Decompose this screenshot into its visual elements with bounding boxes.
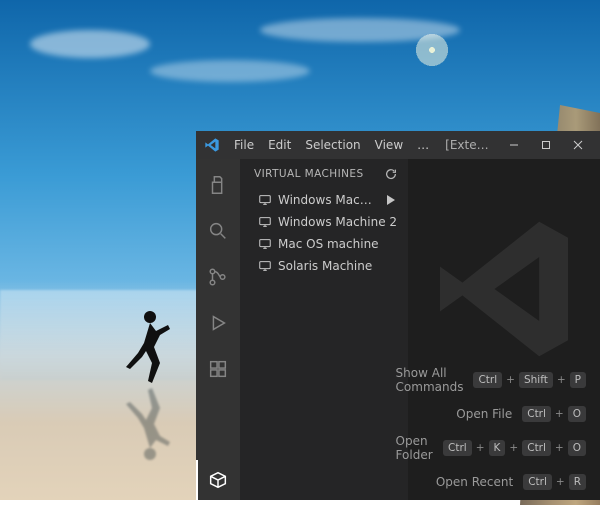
welcome-tip: Open FolderCtrl+K+Ctrl+O <box>396 434 586 462</box>
titlebar[interactable]: File Edit Selection View … [Extension De… <box>196 131 600 159</box>
welcome-tip: Show All Commands Ctrl + Shift + P <box>396 366 586 394</box>
activity-source-control[interactable] <box>196 257 240 297</box>
runner-silhouette <box>120 307 172 385</box>
kbd-key: Ctrl <box>522 406 551 422</box>
kbd-key: P <box>570 372 586 388</box>
panel-header: VIRTUAL MACHINES <box>240 159 408 187</box>
vscode-watermark-icon <box>424 209 584 369</box>
kbd-key: R <box>569 474 586 490</box>
welcome-tips: Show All Commands Ctrl + Shift + P Open File Ct… <box>396 366 586 490</box>
vm-label: Mac OS machine <box>278 235 398 253</box>
welcome-tip: Open Recent Ctrl + R <box>436 474 586 490</box>
runner-reflection <box>120 386 172 464</box>
activity-explorer[interactable] <box>196 165 240 205</box>
vm-icon <box>258 215 272 229</box>
vscode-window: File Edit Selection View … [Extension De… <box>196 131 600 500</box>
vm-label: Windows Machine 2 <box>278 213 398 231</box>
vm-tree: Windows Machine (1) Windows Machine 2 Mac … <box>240 187 408 279</box>
activity-bar <box>196 159 240 500</box>
vm-label: Windows Machine (1) <box>278 191 376 209</box>
menu-overflow[interactable]: … <box>411 131 435 159</box>
plus-separator: + <box>555 442 564 454</box>
window-maximize-button[interactable] <box>530 131 562 159</box>
kbd-key: Ctrl <box>473 372 502 388</box>
tip-shortcut: Ctrl+K+Ctrl+O <box>443 440 586 456</box>
vscode-logo-icon <box>204 137 220 153</box>
vm-tree-item[interactable]: Windows Machine 2 <box>248 211 404 233</box>
sidebar: VIRTUAL MACHINES Windows Machine (1)Wind… <box>240 159 408 500</box>
vm-icon <box>258 237 272 251</box>
cloud <box>150 60 310 82</box>
tip-label: Open File <box>456 407 512 421</box>
tip-label: Open Folder <box>396 434 433 462</box>
welcome-tip: Open File Ctrl + O <box>456 406 586 422</box>
activity-virtual-machines[interactable] <box>196 460 240 500</box>
vm-label: Solaris Machine <box>278 257 398 275</box>
tip-label: Show All Commands <box>396 366 464 394</box>
kbd-key: Ctrl <box>523 474 552 490</box>
window-title: [Extension Development H… <box>437 138 496 152</box>
plus-separator: + <box>557 374 566 386</box>
menu-selection[interactable]: Selection <box>299 131 366 159</box>
menu-view[interactable]: View <box>369 131 409 159</box>
menu-edit[interactable]: Edit <box>262 131 297 159</box>
play-icon[interactable] <box>382 192 398 208</box>
kbd-key: O <box>568 406 586 422</box>
vm-tree-item[interactable]: Mac OS machine <box>248 233 404 255</box>
panel-title: VIRTUAL MACHINES <box>254 168 364 180</box>
vm-icon <box>258 259 272 273</box>
plus-separator: + <box>476 442 485 454</box>
kbd-key: K <box>489 440 506 456</box>
refresh-button[interactable] <box>382 165 400 183</box>
window-close-button[interactable] <box>562 131 594 159</box>
tip-shortcut: Ctrl + O <box>522 406 586 422</box>
activity-run-debug[interactable] <box>196 303 240 343</box>
kbd-key: Shift <box>519 372 553 388</box>
tip-label: Open Recent <box>436 475 513 489</box>
kbd-key: Ctrl <box>443 440 472 456</box>
plus-separator: + <box>506 374 515 386</box>
window-minimize-button[interactable] <box>498 131 530 159</box>
editor-area: Show All CommandsCtrl+Shift+POpen FileCt… <box>408 159 600 500</box>
plus-separator: + <box>556 476 565 488</box>
kbd-key: O <box>568 440 586 456</box>
menu-file[interactable]: File <box>228 131 260 159</box>
vm-icon <box>258 193 272 207</box>
activity-search[interactable] <box>196 211 240 251</box>
tip-shortcut: Ctrl + Shift + P <box>473 372 586 388</box>
plus-separator: + <box>509 442 518 454</box>
cloud <box>30 30 150 58</box>
vm-tree-item[interactable]: Windows Machine (1) <box>248 189 404 211</box>
vm-tree-item[interactable]: Solaris Machine <box>248 255 404 277</box>
plus-separator: + <box>555 408 564 420</box>
cloud <box>260 18 460 42</box>
kbd-key: Ctrl <box>522 440 551 456</box>
tip-shortcut: Ctrl + R <box>523 474 586 490</box>
activity-extensions[interactable] <box>196 349 240 389</box>
